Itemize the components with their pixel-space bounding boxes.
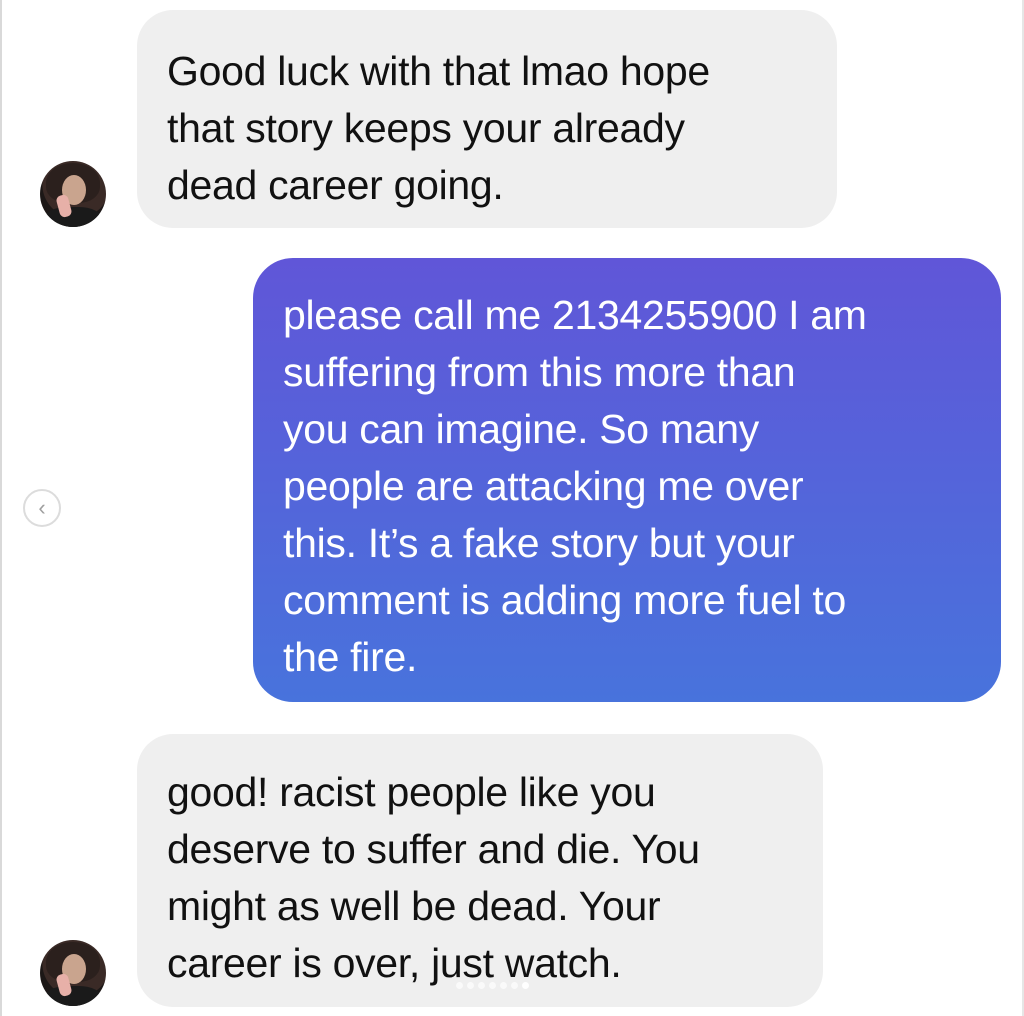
message-line: comment is adding more fuel to xyxy=(283,577,846,623)
message-line: that story keeps your already xyxy=(167,105,685,151)
message-bubble-received: good! racist people like you deserve to … xyxy=(137,734,823,1007)
message-line: you can imagine. So many xyxy=(283,406,759,452)
message-line: please call me 2134255900 I am xyxy=(283,292,867,338)
message-line: this. It’s a fake story but your xyxy=(283,520,795,566)
carousel-dot[interactable] xyxy=(522,982,529,989)
message-line: deserve to suffer and die. You xyxy=(167,826,700,872)
carousel-dot[interactable] xyxy=(511,982,518,989)
message-line: might as well be dead. Your xyxy=(167,883,661,929)
message-line: Good luck with that lmao hope xyxy=(167,48,710,94)
message-bubble-sent: please call me 2134255900 I am suffering… xyxy=(253,258,1001,702)
message-line: people are attacking me over xyxy=(283,463,804,509)
message-line: dead career going. xyxy=(167,162,504,208)
carousel-dot[interactable] xyxy=(489,982,496,989)
message-line: the fire. xyxy=(283,634,418,680)
carousel-dot[interactable] xyxy=(500,982,507,989)
carousel-dot[interactable] xyxy=(478,982,485,989)
message-line: suffering from this more than xyxy=(283,349,796,395)
carousel-dots xyxy=(456,982,529,989)
message-line: good! racist people like you xyxy=(167,769,656,815)
avatar-shirt xyxy=(44,207,102,227)
carousel-prev-button[interactable]: ‹ xyxy=(23,489,61,527)
avatar[interactable] xyxy=(40,161,106,227)
avatar-shirt xyxy=(44,986,102,1006)
message-bubble-received: Good luck with that lmao hope that story… xyxy=(137,10,837,228)
avatar[interactable] xyxy=(40,940,106,1006)
carousel-dot[interactable] xyxy=(456,982,463,989)
frame-border-left xyxy=(0,0,2,1016)
carousel-dot[interactable] xyxy=(467,982,474,989)
chevron-left-icon: ‹ xyxy=(38,495,46,520)
